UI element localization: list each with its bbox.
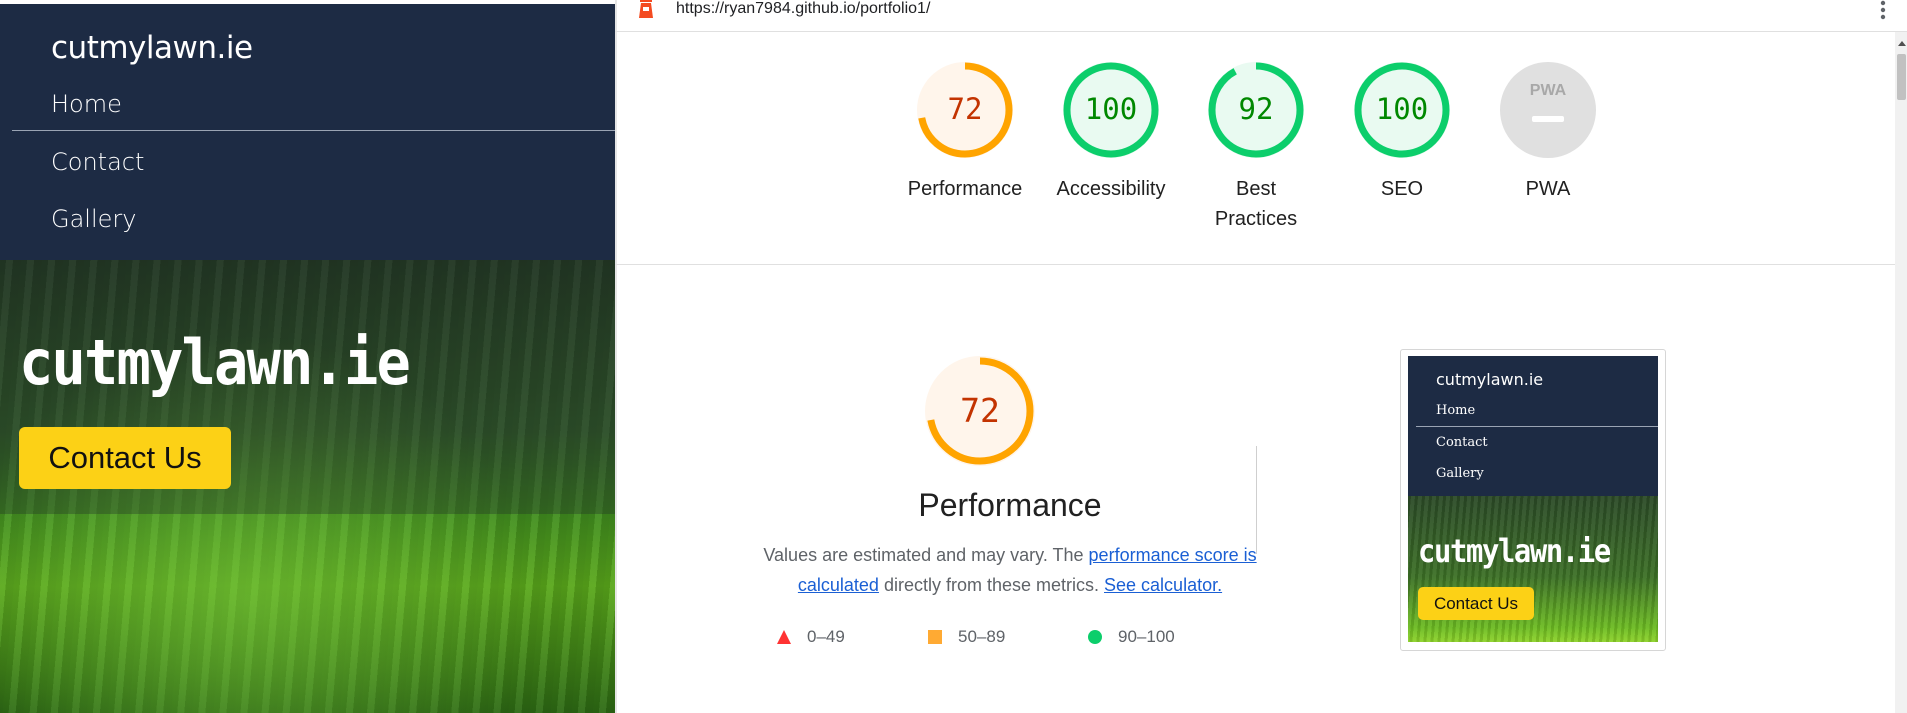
lighthouse-icon — [639, 0, 653, 18]
svg-text:100: 100 — [1085, 92, 1137, 126]
gauge-accessibility[interactable]: 100 Accessibility — [1036, 62, 1186, 204]
gauge-performance-ring: 72 — [917, 62, 1013, 158]
gauge-label-accessibility: Accessibility — [1056, 178, 1166, 200]
gauge-performance[interactable]: 72 Performance — [890, 62, 1040, 204]
nav-link-gallery[interactable]: Gallery — [51, 205, 136, 233]
gauge-label-performance: Performance — [907, 178, 1023, 200]
lighthouse-report: https://ryan7984.github.io/portfolio1/ 7… — [615, 0, 1907, 713]
desc-text-2: directly from these metrics. — [878, 575, 1105, 595]
legend-average: 50–89 — [928, 627, 1005, 647]
nav-link-home[interactable]: Home — [51, 90, 122, 118]
svg-text:92: 92 — [1239, 92, 1274, 126]
svg-text:72: 72 — [960, 391, 1000, 430]
legend-pass-label: 90–100 — [1118, 627, 1175, 646]
see-calculator-link[interactable]: See calculator. — [1104, 575, 1222, 595]
final-screenshot-thumbnail[interactable]: cutmylawn.ie Home Contact Gallery cutmyl… — [1400, 349, 1666, 651]
thumb-navbar: cutmylawn.ie Home Contact Gallery — [1408, 356, 1658, 496]
nav-divider — [12, 130, 615, 131]
hero-grass-image: cutmylawn.ie Contact Us — [0, 260, 615, 713]
legend-average-label: 50–89 — [958, 627, 1006, 646]
contact-us-button[interactable]: Contact Us — [19, 427, 231, 489]
triangle-icon — [777, 630, 791, 644]
performance-title: Performance — [918, 487, 1102, 523]
thumb-brand: cutmylawn.ie — [1436, 370, 1544, 389]
thumb-nav-home: Home — [1436, 403, 1476, 418]
performance-gauge-large[interactable]: 72 — [925, 356, 1035, 466]
scroll-up-icon[interactable] — [1898, 41, 1906, 46]
svg-text:PWA: PWA — [1530, 82, 1567, 99]
thumb-contact-button: Contact Us — [1418, 587, 1534, 620]
gauge-label-seo: SEO — [1380, 178, 1424, 200]
thumb-hero-title: cutmylawn.ie — [1418, 532, 1611, 570]
gauge-label-pwa: PWA — [1525, 178, 1571, 200]
report-url[interactable]: https://ryan7984.github.io/portfolio1/ — [676, 0, 930, 18]
svg-text:72: 72 — [948, 92, 983, 126]
thumb-hero-image: cutmylawn.ie Contact Us — [1408, 496, 1658, 642]
report-url-bar: https://ryan7984.github.io/portfolio1/ — [615, 0, 1907, 32]
thumb-nav-gallery: Gallery — [1436, 466, 1484, 481]
gauge-best-practices[interactable]: 92 Best Practices — [1181, 62, 1331, 234]
gauge-label-best-practices: Best Practices — [1214, 178, 1298, 230]
website-preview: cutmylawn.ie Home Contact Gallery cutmyl… — [0, 0, 615, 713]
gauge-accessibility-ring: 100 — [1063, 62, 1159, 158]
site-navbar: cutmylawn.ie Home Contact Gallery — [0, 4, 615, 260]
thumb-nav-contact: Contact — [1436, 435, 1488, 450]
gauge-seo[interactable]: 100 SEO — [1327, 62, 1477, 204]
nav-link-contact[interactable]: Contact — [51, 148, 144, 176]
square-icon — [928, 630, 942, 644]
desc-text: Values are estimated and may vary. The — [763, 545, 1089, 565]
pwa-badge-icon: PWA — [1500, 62, 1596, 158]
gauge-seo-ring: 100 — [1354, 62, 1450, 158]
thumb-nav-divider — [1416, 426, 1658, 427]
scrollbar-thumb[interactable] — [1897, 54, 1906, 100]
legend-pass: 90–100 — [1088, 627, 1175, 647]
site-brand[interactable]: cutmylawn.ie — [51, 30, 253, 66]
circle-icon — [1088, 630, 1102, 644]
gauge-best-practices-ring: 92 — [1208, 62, 1304, 158]
hero-title: cutmylawn.ie — [19, 326, 411, 399]
gauge-pwa[interactable]: PWA PWA — [1473, 62, 1623, 204]
panel-divider — [615, 0, 617, 713]
vertical-scrollbar[interactable] — [1895, 32, 1907, 713]
performance-description: Values are estimated and may vary. The p… — [725, 540, 1295, 600]
section-separator — [1256, 446, 1257, 554]
svg-text:100: 100 — [1376, 92, 1428, 126]
legend-fail-label: 0–49 — [807, 627, 845, 646]
summary-divider — [615, 264, 1895, 265]
more-vert-icon[interactable] — [1880, 0, 1886, 22]
legend-fail: 0–49 — [777, 627, 845, 647]
